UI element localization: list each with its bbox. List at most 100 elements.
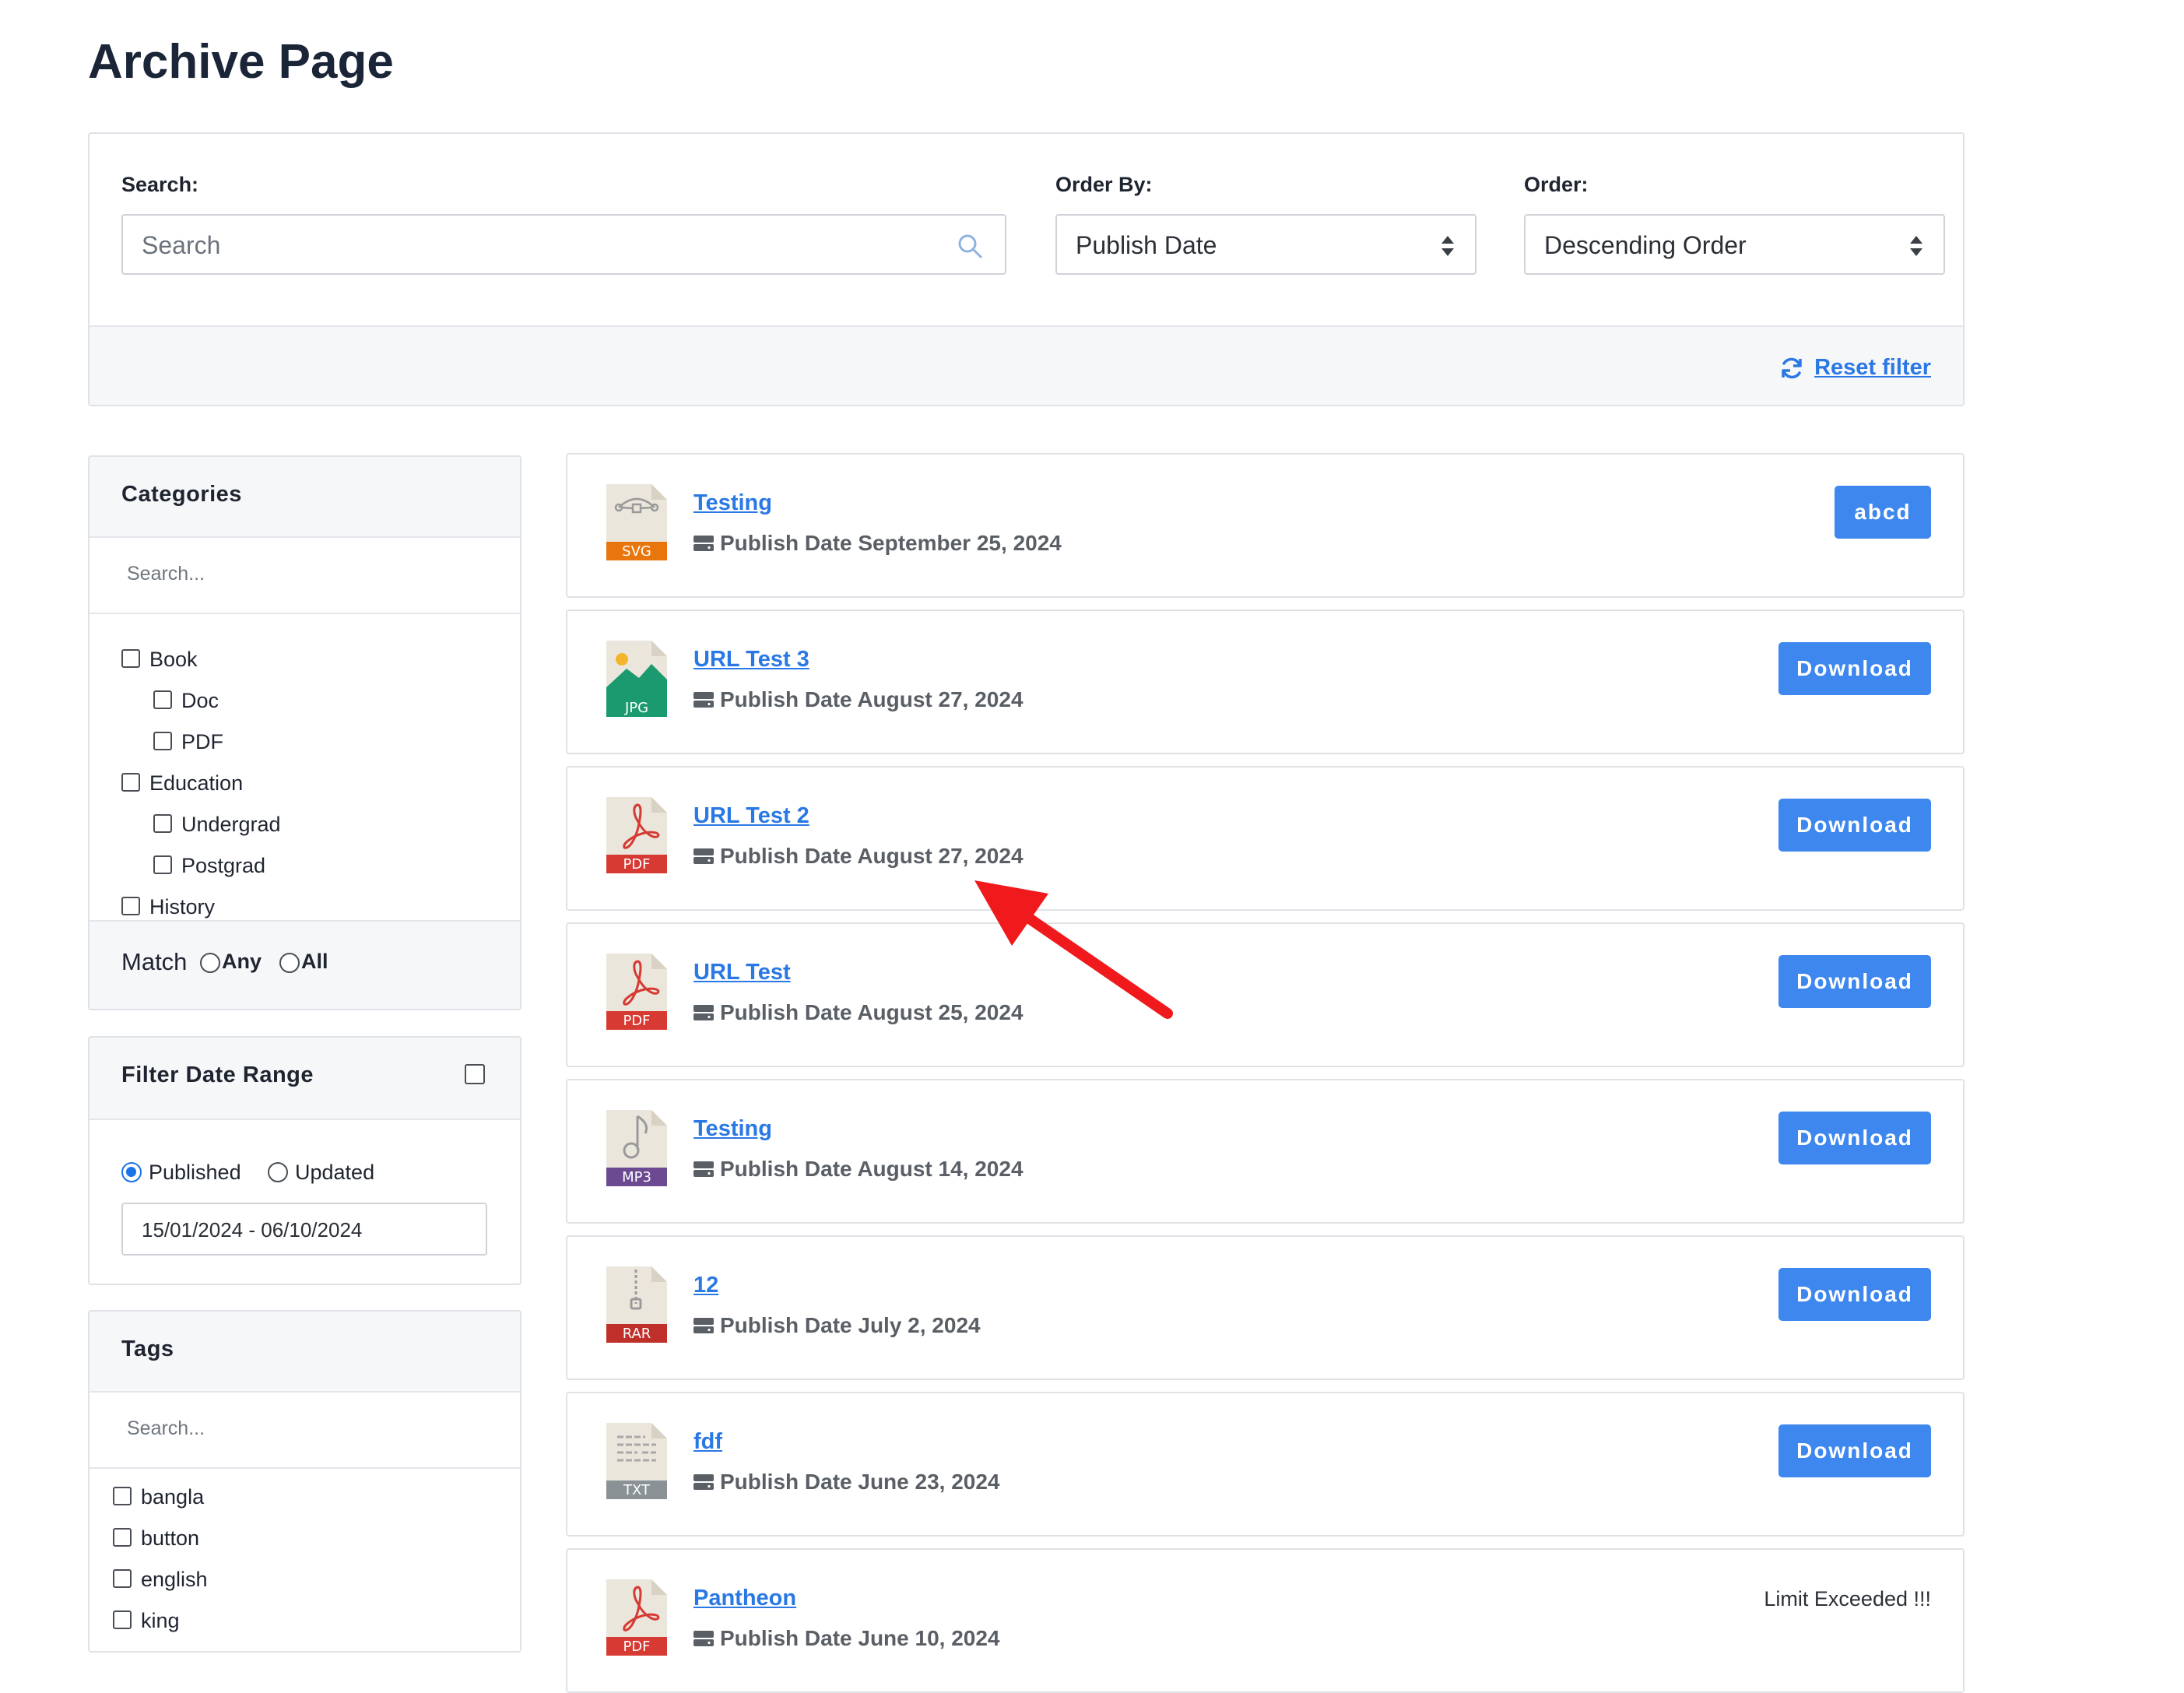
document-title-link[interactable]: URL Test (693, 960, 791, 985)
server-icon (693, 1005, 714, 1020)
date-range-input[interactable]: 15/01/2024 - 06/10/2024 (121, 1203, 487, 1256)
tag-checkbox[interactable] (113, 1487, 132, 1505)
published-label: Published (149, 1161, 241, 1184)
tag-checkbox[interactable] (113, 1569, 132, 1588)
server-icon (693, 536, 714, 551)
category-label: History (149, 895, 216, 919)
sort-icon (1441, 236, 1454, 256)
match-bar: Match Any All (90, 920, 520, 1009)
updated-radio[interactable] (268, 1162, 288, 1182)
published-radio[interactable] (121, 1162, 142, 1182)
document-row: TXT fdf Publish Date June 23, 2024 Download (566, 1392, 1965, 1537)
document-title-link[interactable]: Testing (693, 1116, 772, 1142)
mp3-file-icon: MP3 (606, 1110, 667, 1186)
document-date-text: Publish Date August 25, 2024 (720, 1000, 1024, 1024)
document-date: Publish Date June 10, 2024 (693, 1626, 1000, 1651)
filter-panel: Search: Search Order By: Publish Date Or… (88, 132, 1965, 406)
page-title: Archive Page (88, 35, 394, 89)
category-label: Postgrad (181, 854, 266, 877)
categories-search-input[interactable]: Search... (127, 563, 205, 585)
match-all-label: All (301, 950, 328, 973)
reset-filter-link[interactable]: Reset filter (1780, 355, 1931, 381)
filter-footer: Reset filter (90, 325, 1963, 405)
svg-file-icon: SVG (606, 484, 667, 560)
search-icon[interactable] (957, 233, 983, 259)
category-checkbox[interactable] (153, 855, 172, 874)
document-title-link[interactable]: 12 (693, 1273, 718, 1298)
document-title-link[interactable]: Testing (693, 490, 772, 516)
category-checkbox[interactable] (153, 732, 172, 750)
search-label: Search: (121, 173, 199, 196)
svg-text:PDF: PDF (623, 1639, 650, 1655)
document-row: RAR 12 Publish Date July 2, 2024 Download (566, 1235, 1965, 1380)
document-date-text: Publish Date July 2, 2024 (720, 1313, 981, 1337)
tag-label: king (141, 1609, 180, 1632)
svg-text:SVG: SVG (622, 543, 651, 560)
document-title-link[interactable]: Pantheon (693, 1586, 796, 1611)
document-title-link[interactable]: URL Test 2 (693, 803, 809, 829)
category-checkbox[interactable] (121, 897, 140, 915)
tags-search-input[interactable]: Search... (127, 1417, 205, 1440)
sort-icon (1910, 236, 1922, 256)
document-date: Publish Date August 14, 2024 (693, 1157, 1024, 1182)
document-date-text: Publish Date August 14, 2024 (720, 1157, 1024, 1181)
document-date: Publish Date June 23, 2024 (693, 1470, 1000, 1495)
updated-label: Updated (295, 1161, 375, 1184)
download-button[interactable]: Download (1778, 955, 1931, 1008)
order-select[interactable]: Descending Order (1524, 214, 1945, 275)
category-checkbox[interactable] (121, 773, 140, 792)
category-label: Education (149, 771, 244, 795)
tag-label: button (141, 1526, 200, 1550)
order-by-select[interactable]: Publish Date (1055, 214, 1476, 275)
search-placeholder: Search (142, 231, 221, 259)
date-range-toggle-checkbox[interactable] (465, 1064, 485, 1084)
date-range-value: 15/01/2024 - 06/10/2024 (142, 1218, 363, 1242)
category-label: PDF (181, 730, 223, 753)
svg-text:JPG: JPG (624, 700, 648, 716)
match-any-radio[interactable] (200, 953, 220, 973)
tags-title: Tags (121, 1336, 174, 1361)
server-icon (693, 1161, 714, 1177)
svg-text:PDF: PDF (623, 856, 650, 873)
document-title-link[interactable]: fdf (693, 1429, 722, 1455)
tags-header: Tags (90, 1312, 520, 1393)
download-button[interactable]: Download (1778, 1112, 1931, 1164)
refresh-icon (1782, 357, 1802, 378)
jpg-file-icon: JPG (606, 641, 667, 717)
limit-exceeded-text: Limit Exceeded !!! (1764, 1587, 1931, 1610)
categories-card: Categories Search... Book Doc PDF Education… (88, 455, 521, 1010)
reset-filter-label: Reset filter (1814, 355, 1931, 380)
svg-text:PDF: PDF (623, 1013, 650, 1029)
order-by-value: Publish Date (1076, 231, 1217, 259)
download-button[interactable]: Download (1778, 642, 1931, 695)
abcd-button[interactable]: abcd (1835, 486, 1931, 539)
document-date: Publish Date July 2, 2024 (693, 1313, 981, 1338)
document-title-link[interactable]: URL Test 3 (693, 647, 809, 673)
date-range-header: Filter Date Range (90, 1038, 520, 1120)
match-all-radio[interactable] (279, 953, 300, 973)
search-input[interactable]: Search (121, 214, 1006, 275)
download-button[interactable]: Download (1778, 799, 1931, 852)
match-label: Match (121, 948, 188, 975)
document-row: PDF URL Test 2 Publish Date August 27, 202… (566, 766, 1965, 911)
document-row: JPG URL Test 3 Publish Date August 27, 202… (566, 609, 1965, 754)
category-label: Doc (181, 689, 219, 712)
svg-text:RAR: RAR (623, 1326, 651, 1342)
category-checkbox[interactable] (153, 814, 172, 833)
document-date-text: Publish Date June 10, 2024 (720, 1626, 1000, 1650)
category-checkbox[interactable] (153, 690, 172, 709)
download-button[interactable]: Download (1778, 1268, 1931, 1321)
category-label: Undergrad (181, 813, 281, 836)
tag-checkbox[interactable] (113, 1528, 132, 1547)
document-date-text: Publish Date August 27, 2024 (720, 844, 1024, 868)
download-button[interactable]: Download (1778, 1424, 1931, 1477)
date-range-title: Filter Date Range (121, 1063, 314, 1087)
pdf-file-icon: PDF (606, 954, 667, 1030)
server-icon (693, 1474, 714, 1490)
date-range-card: Filter Date Range Published Updated 15/0… (88, 1036, 521, 1285)
document-date-text: Publish Date August 27, 2024 (720, 687, 1024, 711)
category-checkbox[interactable] (121, 649, 140, 668)
server-icon (693, 1631, 714, 1646)
tag-checkbox[interactable] (113, 1610, 132, 1629)
server-icon (693, 1318, 714, 1333)
